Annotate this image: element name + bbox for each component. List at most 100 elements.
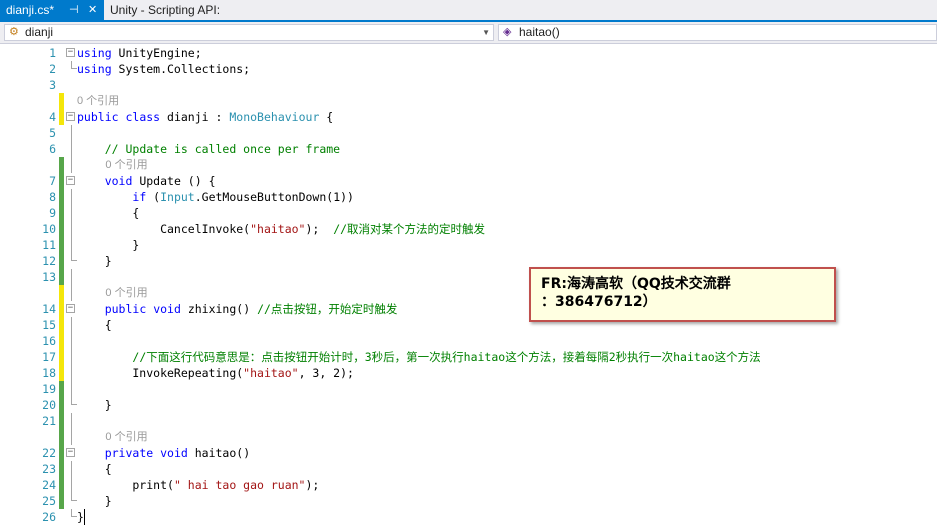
code-text: private void haitao() xyxy=(104,446,251,460)
change-marker xyxy=(59,365,64,381)
class-dropdown[interactable]: ⚙ dianji ▼ xyxy=(4,24,494,41)
chevron-down-icon[interactable]: ▼ xyxy=(482,25,490,40)
change-marker xyxy=(59,349,64,365)
fold-guide xyxy=(71,349,72,365)
line-number: 15 xyxy=(42,318,56,332)
change-marker xyxy=(59,189,64,205)
code-line[interactable]: 24 print(" hai tao gao ruan"); xyxy=(0,477,937,493)
fold-guide xyxy=(71,381,72,397)
codelens-row: 0 个引用 xyxy=(0,157,937,173)
pin-icon[interactable]: ⊣ xyxy=(69,0,79,20)
code-line[interactable]: 16 xyxy=(0,333,937,349)
codelens-reference-count[interactable]: 0 个引用 xyxy=(77,93,119,109)
line-number: 19 xyxy=(42,382,56,396)
code-line[interactable]: 21 xyxy=(0,413,937,429)
tab-dianji-cs[interactable]: dianji.cs* ⊣ ✕ xyxy=(0,0,104,20)
change-marker xyxy=(59,397,64,413)
line-number: 3 xyxy=(49,78,56,92)
fold-guide xyxy=(71,365,72,381)
code-line[interactable]: 11 } xyxy=(0,237,937,253)
codelens-reference-count[interactable]: 0 个引用 xyxy=(105,285,147,301)
code-line[interactable]: 2 using System.Collections; xyxy=(0,61,937,77)
fold-guide xyxy=(71,461,72,477)
code-text: } xyxy=(77,494,112,508)
fold-guide xyxy=(71,333,72,349)
codelens-row: 0 个引用 xyxy=(0,429,937,445)
code-line[interactable]: 17 //下面这行代码意思是：点击按钮开始计时，3秒后，第一次执行haitao这… xyxy=(0,349,937,365)
line-number: 10 xyxy=(42,222,56,236)
code-text: public void zhixing() //点击按钮，开始定时触发 xyxy=(104,302,398,316)
code-line[interactable]: 7 − void Update () { xyxy=(0,173,937,189)
collapse-icon[interactable]: − xyxy=(66,176,75,185)
tab-label: Unity - Scripting API: xyxy=(110,3,221,17)
class-dropdown-value: dianji xyxy=(25,25,54,39)
change-marker xyxy=(59,381,64,397)
codelens-row: 0 个引用 xyxy=(0,93,937,109)
collapse-icon[interactable]: − xyxy=(66,448,75,457)
code-text: { xyxy=(77,318,112,332)
member-dropdown[interactable]: ◈ haitao() xyxy=(498,24,937,41)
tab-unity-scripting-api[interactable]: Unity - Scripting API: xyxy=(104,0,244,20)
code-text: //下面这行代码意思是：点击按钮开始计时，3秒后，第一次执行haitao这个方法… xyxy=(132,350,761,364)
line-number: 4 xyxy=(49,110,56,124)
method-icon: ◈ xyxy=(503,26,512,38)
code-line[interactable]: 23 { xyxy=(0,461,937,477)
code-line[interactable]: 6 // Update is called once per frame xyxy=(0,141,937,157)
fold-guide xyxy=(71,141,72,157)
code-text: public class dianji : MonoBehaviour { xyxy=(77,110,334,124)
line-number: 20 xyxy=(42,398,56,412)
code-line[interactable]: 1 − using UnityEngine; xyxy=(0,45,937,61)
author-note-line1: FR:海涛高软（QQ技术交流群 xyxy=(541,276,731,292)
collapse-icon[interactable]: − xyxy=(66,304,75,313)
code-line[interactable]: 10 CancelInvoke("haitao"); //取消对某个方法的定时触… xyxy=(0,221,937,237)
change-marker xyxy=(59,237,64,253)
change-marker xyxy=(59,301,64,317)
close-icon[interactable]: ✕ xyxy=(88,0,97,20)
code-line[interactable]: 8 if (Input.GetMouseButtonDown(1)) xyxy=(0,189,937,205)
class-icon: ⚙ xyxy=(9,26,19,38)
codelens-reference-count[interactable]: 0 个引用 xyxy=(105,157,147,173)
code-line[interactable]: 18 InvokeRepeating("haitao", 3, 2); xyxy=(0,365,937,381)
fold-guide xyxy=(71,477,72,493)
line-number: 17 xyxy=(42,350,56,364)
fold-guide xyxy=(71,125,72,141)
change-marker xyxy=(59,109,64,125)
line-number: 12 xyxy=(42,254,56,268)
line-number: 7 xyxy=(49,174,56,188)
change-marker xyxy=(59,461,64,477)
code-line[interactable]: 25 } xyxy=(0,493,937,509)
line-number: 18 xyxy=(42,366,56,380)
change-marker xyxy=(59,269,64,285)
code-line[interactable]: 22 − private void haitao() xyxy=(0,445,937,461)
collapse-icon[interactable]: − xyxy=(66,48,75,57)
code-text: InvokeRepeating("haitao", 3, 2); xyxy=(77,366,354,380)
code-text: // Update is called once per frame xyxy=(104,142,341,156)
fold-guide xyxy=(71,237,72,253)
code-line[interactable]: 20 } xyxy=(0,397,937,413)
code-line[interactable]: 3 xyxy=(0,77,937,93)
code-line[interactable]: 4 − public class dianji : MonoBehaviour { xyxy=(0,109,937,125)
code-text: using System.Collections; xyxy=(77,62,251,76)
fold-guide xyxy=(71,189,72,205)
change-marker xyxy=(59,493,64,509)
navigation-bar: ⚙ dianji ▼ ◈ haitao() xyxy=(0,22,937,44)
line-number: 25 xyxy=(42,494,56,508)
code-text: { xyxy=(77,206,140,220)
code-text: { xyxy=(77,462,112,476)
codelens-reference-count[interactable]: 0 个引用 xyxy=(105,429,147,445)
line-number: 5 xyxy=(49,126,56,140)
change-marker xyxy=(59,173,64,189)
line-number: 11 xyxy=(42,238,56,252)
line-number: 9 xyxy=(49,206,56,220)
line-number: 24 xyxy=(42,478,56,492)
code-text: print(" hai tao gao ruan"); xyxy=(77,478,320,492)
code-line[interactable]: 9 { xyxy=(0,205,937,221)
code-line[interactable]: 19 xyxy=(0,381,937,397)
collapse-icon[interactable]: − xyxy=(66,112,75,121)
code-line[interactable]: 5 xyxy=(0,125,937,141)
document-tab-bar: dianji.cs* ⊣ ✕ Unity - Scripting API: xyxy=(0,0,937,22)
change-marker xyxy=(59,333,64,349)
fold-guide xyxy=(71,317,72,333)
code-text: } xyxy=(77,238,140,252)
code-text: } xyxy=(77,398,112,412)
